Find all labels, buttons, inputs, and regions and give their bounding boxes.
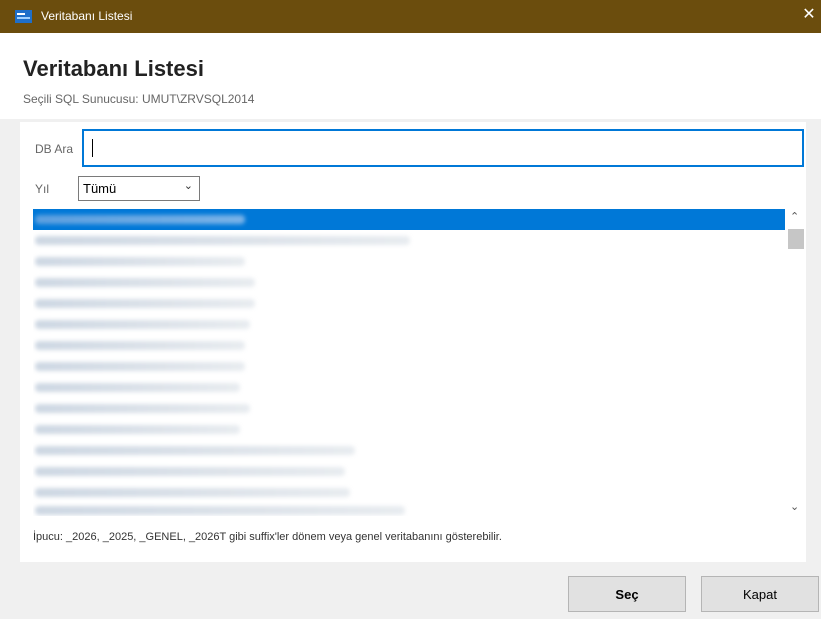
hint-text: İpucu: _2026, _2025, _GENEL, _2026T gibi… [33,531,502,543]
chevron-up-icon[interactable]: ⌃ [790,210,799,223]
server-info: Seçili SQL Sunucusu: UMUT\ZRVSQL2014 [23,92,255,106]
list-scrollbar[interactable]: ⌃ ⌄ [786,209,806,516]
list-item[interactable] [35,236,410,245]
list-item[interactable] [35,341,245,350]
list-item[interactable] [35,446,355,455]
list-item[interactable] [35,257,245,266]
list-item[interactable] [35,299,255,308]
redacted-text [35,215,245,224]
select-button[interactable]: Seç [568,576,686,612]
search-input[interactable] [82,129,804,167]
list-item[interactable] [35,467,345,476]
page-title: Veritabanı Listesi [23,56,204,81]
list-item-selected[interactable] [33,209,785,230]
year-select[interactable]: Tümü ⌄ [78,176,200,201]
list-item[interactable] [35,488,350,497]
title-bar: Veritabanı Listesi ✕ [0,0,821,33]
list-item[interactable] [35,404,250,413]
text-caret [92,139,93,157]
chevron-down-icon: ⌄ [183,180,193,192]
list-item[interactable] [35,425,240,434]
close-icon[interactable]: ✕ [799,4,819,26]
app-icon [15,10,32,23]
list-item[interactable] [35,506,405,515]
list-item[interactable] [35,320,250,329]
search-label: DB Ara [35,142,74,156]
scroll-thumb[interactable] [788,229,804,249]
list-item[interactable] [35,383,240,392]
database-list[interactable] [33,209,806,516]
list-item[interactable] [35,278,255,287]
dialog-header: Veritabanı Listesi Seçili SQL Sunucusu: … [0,33,821,119]
list-item[interactable] [35,362,245,371]
close-button[interactable]: Kapat [701,576,819,612]
year-selected-value: Tümü [83,181,117,196]
window-title: Veritabanı Listesi [41,9,133,23]
chevron-down-icon[interactable]: ⌄ [790,500,799,513]
year-label: Yıl [35,182,50,196]
